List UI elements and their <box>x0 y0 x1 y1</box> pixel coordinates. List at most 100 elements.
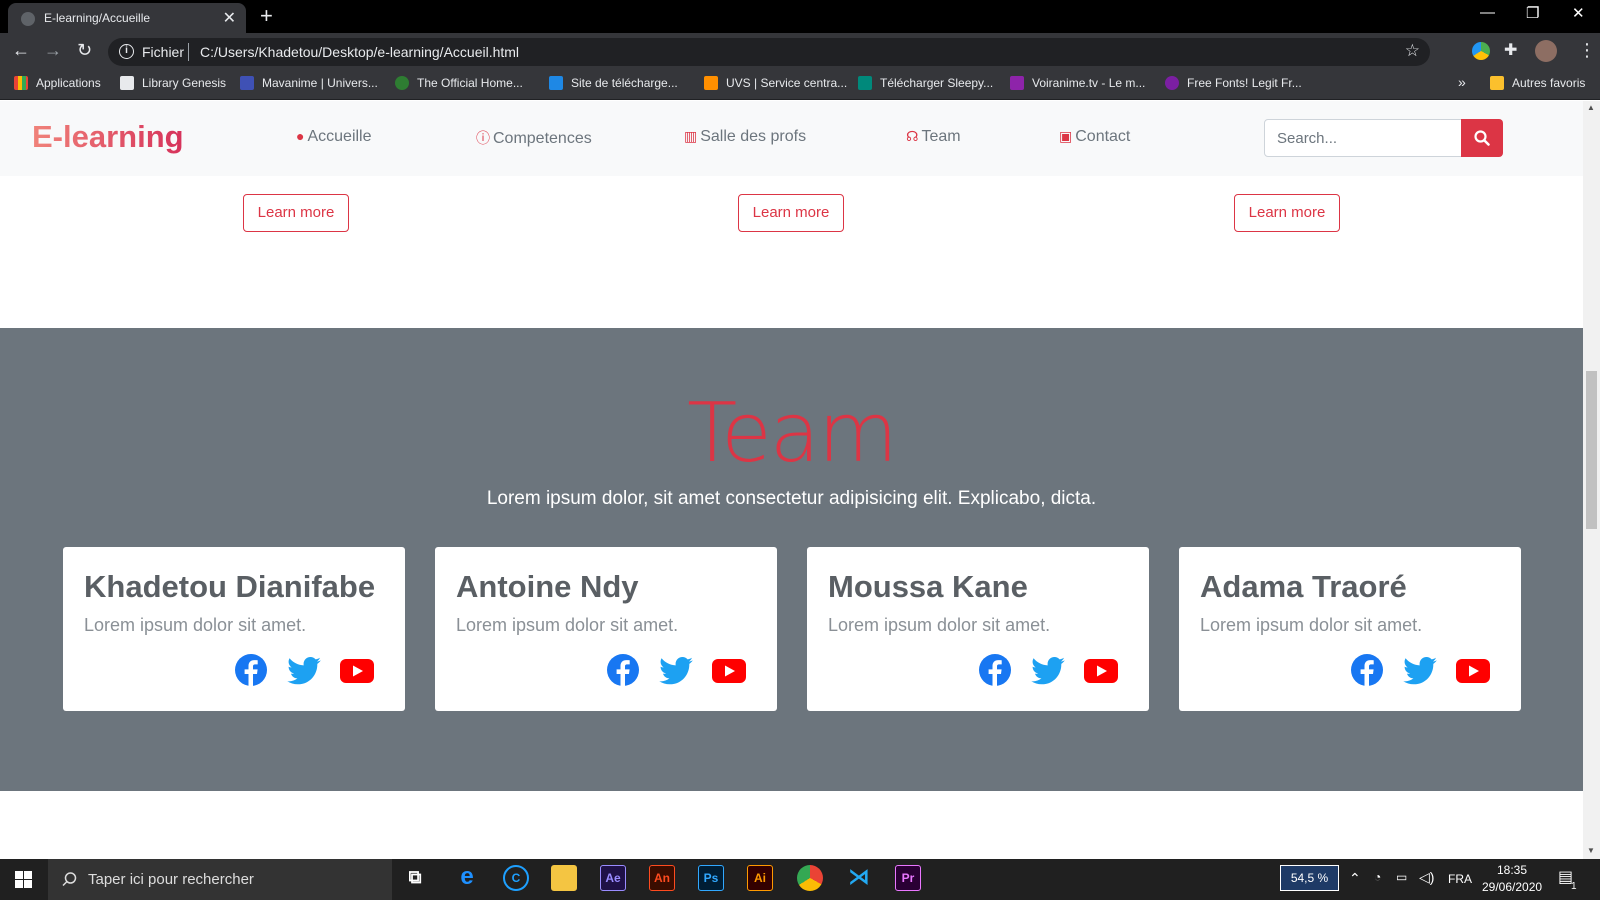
page-scrollbar[interactable]: ▲ ▼ <box>1583 101 1600 859</box>
bookmark-official-home[interactable]: The Official Home... <box>395 76 523 90</box>
team-card: Khadetou Dianifabe Lorem ipsum dolor sit… <box>63 547 405 711</box>
vscode-icon[interactable]: ⋊ <box>846 865 872 891</box>
tray-overflow-icon[interactable]: ⌃ <box>1349 870 1361 887</box>
notifications-count: 1 <box>1571 881 1577 892</box>
language-indicator[interactable]: FRA <box>1448 872 1472 886</box>
volume-icon[interactable]: ◁) <box>1419 869 1434 886</box>
learn-more-button[interactable]: Learn more <box>738 194 844 232</box>
clock-date[interactable]: 29/06/2020 <box>1482 880 1542 894</box>
extension-icon[interactable] <box>1472 42 1490 60</box>
bookmark-library-genesis[interactable]: Library Genesis <box>120 76 226 90</box>
member-name: Moussa Kane <box>828 569 1028 604</box>
browser-menu-icon[interactable]: ⋮ <box>1578 40 1596 61</box>
sleepy-icon <box>858 76 872 90</box>
bookmark-other-favorites[interactable]: Autres favoris <box>1490 76 1585 90</box>
network-icon[interactable]: ◔ <box>1374 870 1381 884</box>
browser-tab[interactable]: E-learning/Accueille ✕ <box>8 3 246 33</box>
zoom-indicator[interactable]: 54,5 % <box>1280 865 1339 891</box>
search-input[interactable] <box>1264 119 1462 157</box>
bookmark-site-telechargement[interactable]: Site de télécharge... <box>549 76 678 90</box>
youtube-icon[interactable] <box>712 659 746 683</box>
member-description: Lorem ipsum dolor sit amet. <box>456 615 679 635</box>
photoshop-icon[interactable]: Ps <box>698 865 724 891</box>
reload-icon[interactable]: ↻ <box>77 40 92 61</box>
learn-more-button[interactable]: Learn more <box>1234 194 1340 232</box>
search-icon <box>62 872 77 887</box>
animate-icon[interactable]: An <box>649 865 675 891</box>
youtube-icon[interactable] <box>1084 659 1118 683</box>
facebook-icon[interactable] <box>1351 654 1383 686</box>
profile-avatar[interactable] <box>1535 40 1557 62</box>
scroll-up-icon[interactable]: ▲ <box>1587 103 1595 112</box>
minimize-icon[interactable]: — <box>1480 4 1495 21</box>
nav-link-contact[interactable]: ▣ Contact <box>1059 128 1130 146</box>
nav-link-competences[interactable]: ⓘ Competences <box>476 128 592 148</box>
facebook-icon[interactable] <box>979 654 1011 686</box>
bookmark-mavanime[interactable]: Mavanime | Univers... <box>240 76 378 90</box>
forward-icon[interactable]: → <box>44 40 62 61</box>
site-brand[interactable]: E-learning <box>32 119 184 155</box>
bookmark-telecharger-sleepy[interactable]: Télécharger Sleepy... <box>858 76 993 90</box>
puzzle-extensions-icon[interactable]: ✚ <box>1504 40 1517 60</box>
nav-link-salle-des-profs[interactable]: ▥ Salle des profs <box>684 128 806 146</box>
browser-tabstrip: E-learning/Accueille ✕ + — ❐ ✕ <box>0 0 1600 33</box>
illustrator-icon[interactable]: Ai <box>747 865 773 891</box>
chrome-icon[interactable] <box>797 865 823 891</box>
bookmark-voiranime[interactable]: Voiranime.tv - Le m... <box>1010 76 1145 90</box>
omnibox[interactable]: i Fichier C:/Users/Khadetou/Desktop/e-le… <box>108 38 1430 66</box>
facebook-icon[interactable] <box>235 654 267 686</box>
file-explorer-icon[interactable] <box>551 865 577 891</box>
apps-grid-icon <box>14 76 28 90</box>
bookmark-uvs[interactable]: UVS | Service centra... <box>704 76 847 90</box>
bookmark-star-icon[interactable]: ☆ <box>1405 41 1420 61</box>
site-info-icon[interactable]: i <box>119 44 134 59</box>
clock-time[interactable]: 18:35 <box>1497 863 1527 877</box>
twitter-icon[interactable] <box>287 657 321 685</box>
taskbar-search-placeholder: Taper ici pour rechercher <box>88 871 254 888</box>
book-icon <box>120 76 134 90</box>
bookmarks-overflow-icon[interactable]: » <box>1458 74 1466 90</box>
close-window-icon[interactable]: ✕ <box>1572 4 1585 22</box>
facebook-icon[interactable] <box>607 654 639 686</box>
windows-start-icon[interactable] <box>15 871 32 888</box>
learn-more-button[interactable]: Learn more <box>243 194 349 232</box>
official-home-icon <box>395 76 409 90</box>
voiranime-icon <box>1010 76 1024 90</box>
after-effects-icon[interactable]: Ae <box>600 865 626 891</box>
new-tab-icon[interactable]: + <box>260 3 273 29</box>
bookmark-applications[interactable]: Applications <box>14 76 101 90</box>
twitter-icon[interactable] <box>659 657 693 685</box>
download-arrow-icon <box>549 76 563 90</box>
back-icon[interactable]: ← <box>12 40 30 61</box>
nav-link-accueille[interactable]: ● Accueille <box>296 128 372 146</box>
headset-icon: ☊ <box>906 128 919 144</box>
premiere-icon[interactable]: Pr <box>895 865 921 891</box>
twitter-icon[interactable] <box>1031 657 1065 685</box>
mavanime-icon <box>240 76 254 90</box>
twitter-icon[interactable] <box>1403 657 1437 685</box>
scrollbar-thumb[interactable] <box>1586 371 1597 529</box>
url-text[interactable]: C:/Users/Khadetou/Desktop/e-learning/Acc… <box>200 44 519 60</box>
member-name: Adama Traoré <box>1200 569 1407 604</box>
page-viewport: E-learning ● Accueille ⓘ Competences ▥ Sall… <box>0 101 1583 859</box>
windows-taskbar: Taper ici pour rechercher ⧉ e C Ae An Ps… <box>0 859 1600 900</box>
bookmark-free-fonts[interactable]: Free Fonts! Legit Fr... <box>1165 76 1302 90</box>
edge-icon[interactable]: e <box>454 865 480 891</box>
team-card: Antoine Ndy Lorem ipsum dolor sit amet. <box>435 547 777 711</box>
page-favicon-icon <box>21 12 35 26</box>
youtube-icon[interactable] <box>1456 659 1490 683</box>
search-button[interactable] <box>1461 119 1503 157</box>
battery-icon[interactable]: ▭ <box>1396 870 1407 884</box>
member-name: Khadetou Dianifabe <box>84 569 376 604</box>
youtube-icon[interactable] <box>340 659 374 683</box>
member-description: Lorem ipsum dolor sit amet. <box>828 615 1051 635</box>
member-description: Lorem ipsum dolor sit amet. <box>84 615 307 635</box>
taskbar-search[interactable]: Taper ici pour rechercher <box>48 859 392 900</box>
restore-icon[interactable]: ❐ <box>1526 4 1539 22</box>
task-view-icon[interactable]: ⧉ <box>402 865 428 891</box>
close-tab-icon[interactable]: ✕ <box>223 8 236 28</box>
nav-link-team[interactable]: ☊ Team <box>906 128 961 146</box>
scroll-down-icon[interactable]: ▼ <box>1587 846 1595 855</box>
site-navbar: E-learning ● Accueille ⓘ Competences ▥ Sall… <box>0 101 1583 176</box>
cortana-c-icon[interactable]: C <box>503 865 529 891</box>
